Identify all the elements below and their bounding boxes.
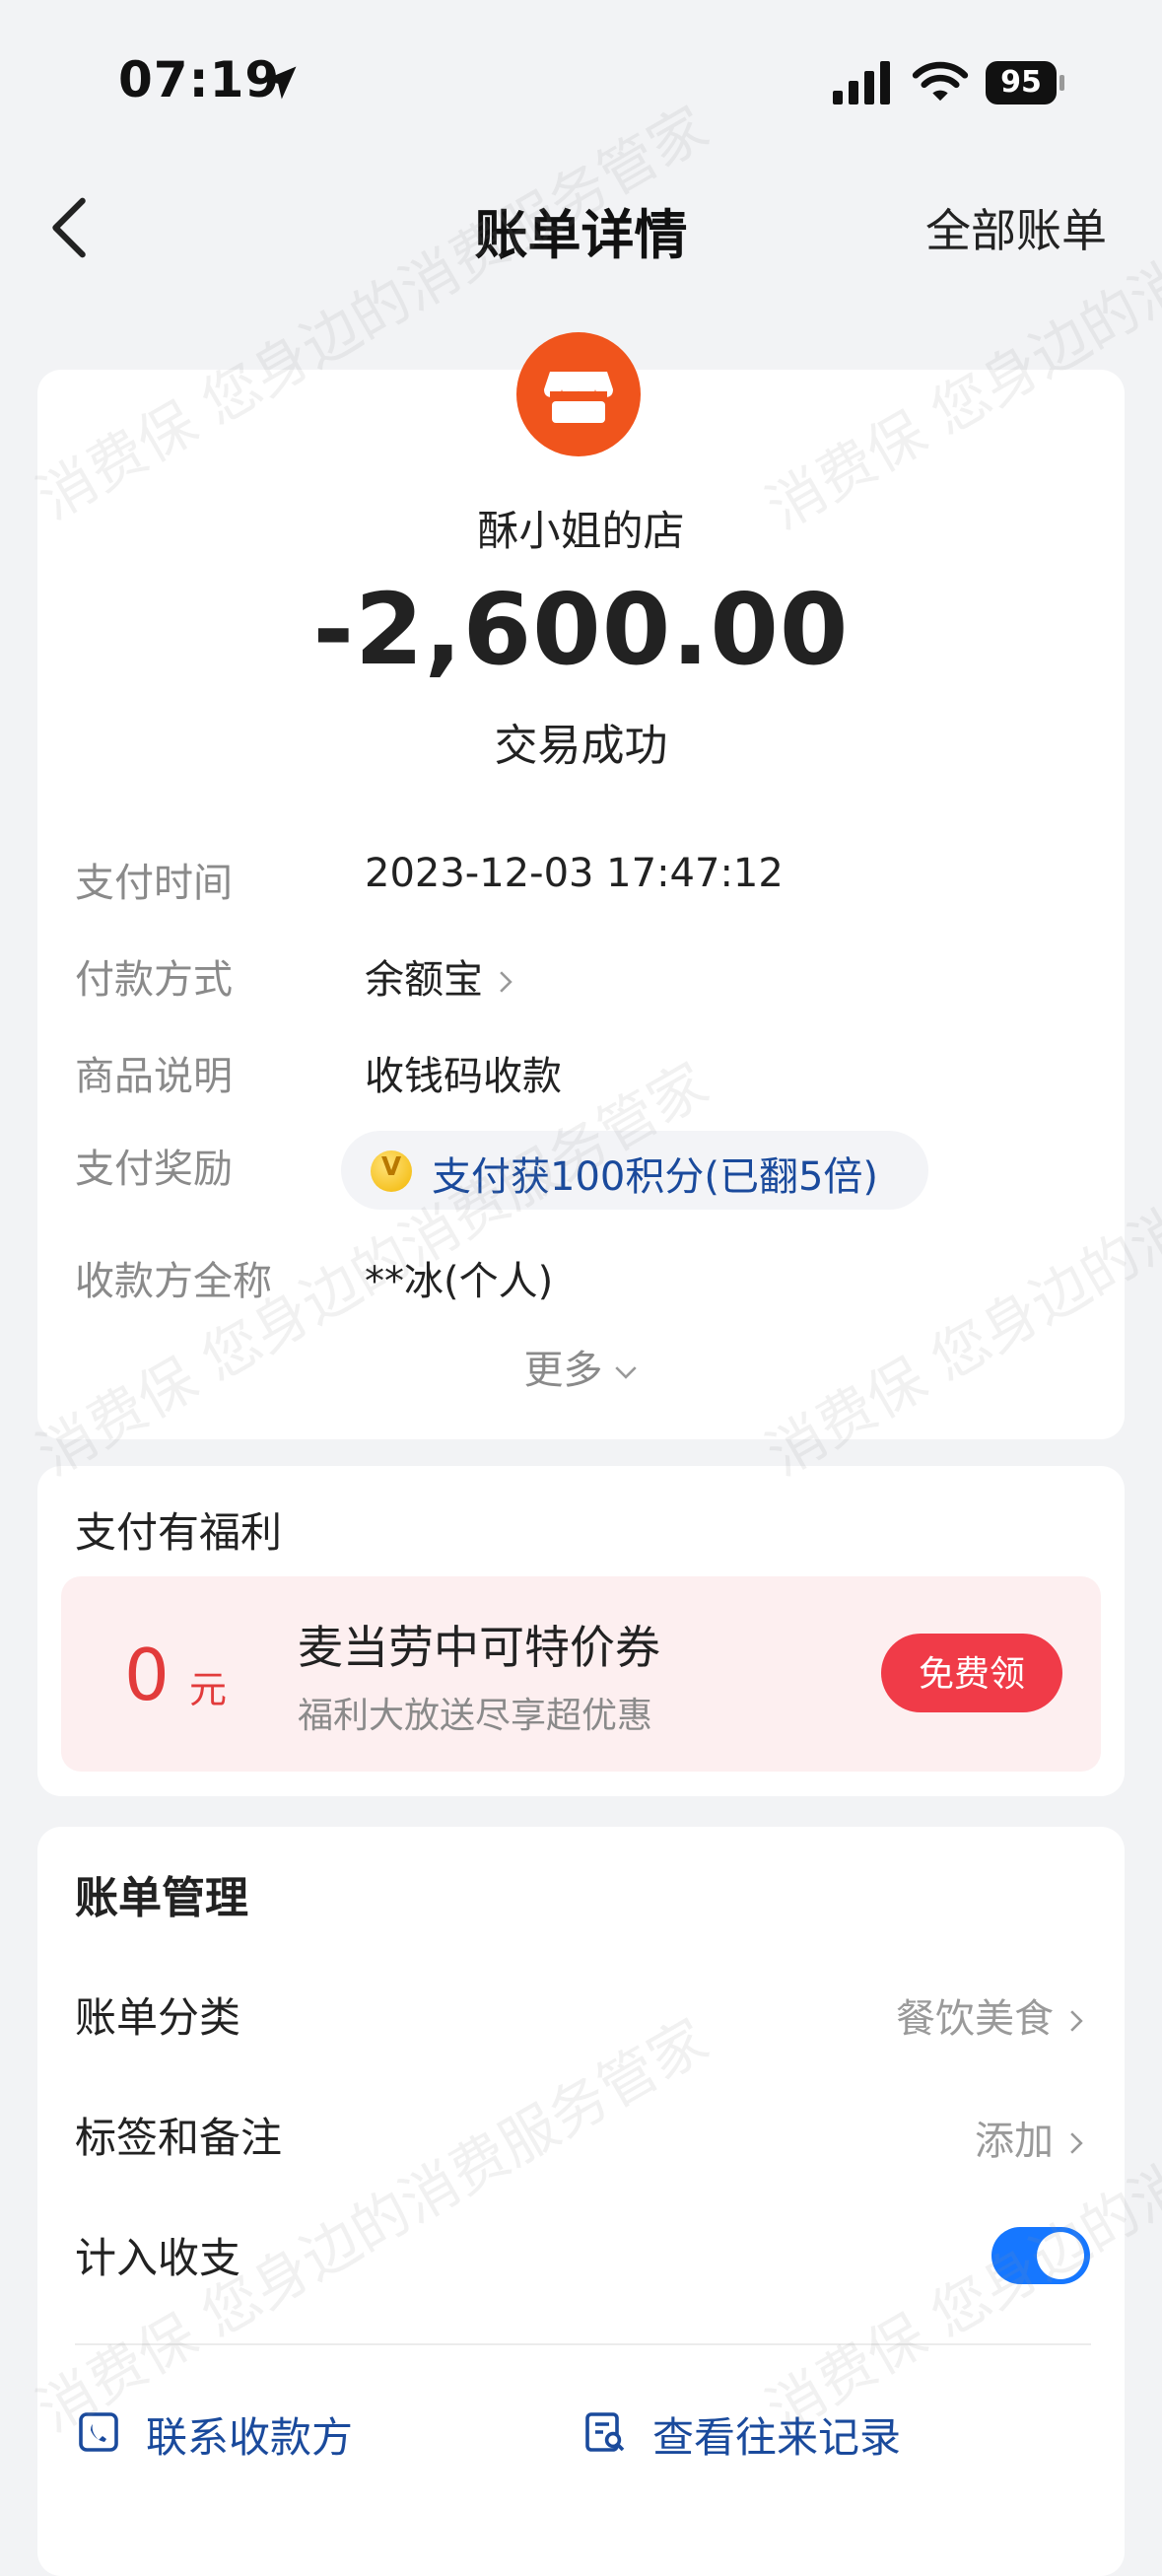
pay-method-text: 余额宝 — [365, 957, 483, 1003]
goods-desc-label: 商品说明 — [75, 1054, 233, 1099]
record-search-icon — [585, 2412, 625, 2452]
view-history-label: 查看往来记录 — [652, 2413, 902, 2462]
transaction-status: 交易成功 — [494, 721, 668, 771]
include-toggle[interactable] — [991, 2227, 1090, 2284]
more-label: 更多 — [523, 1348, 603, 1393]
pay-method-value[interactable]: 余额宝 — [365, 947, 518, 1005]
transaction-amount: -2,600.00 — [312, 572, 850, 687]
payee-label: 收款方全称 — [75, 1259, 272, 1304]
chevron-right-icon — [1070, 2010, 1083, 2032]
points-coin-icon: V — [371, 1150, 412, 1192]
tags-value: 添加 — [975, 2109, 1089, 2166]
all-bills-link[interactable]: 全部账单 — [925, 195, 1107, 260]
battery-level: 95 — [986, 61, 1057, 104]
reward-label: 支付奖励 — [75, 1147, 233, 1192]
include-label: 计入收支 — [75, 2234, 241, 2282]
nav-bar: 账单详情 全部账单 — [0, 168, 1162, 286]
shop-store-icon — [516, 332, 641, 456]
status-bar: 07:19 95 — [0, 0, 1162, 168]
category-label: 账单分类 — [75, 1993, 241, 2042]
bill-management-card: 账单管理 账单分类 餐饮美食 标签和备注 添加 计入收支 联系收款方 查看往来记… — [37, 1827, 1125, 2576]
more-button[interactable]: 更多 — [37, 1338, 1125, 1395]
location-arrow-icon — [263, 66, 297, 100]
coupon-title: 麦当劳中可特价券 — [298, 1621, 660, 1674]
goods-desc-value: 收钱码收款 — [365, 1054, 562, 1099]
reward-text: 支付获100积分(已翻5倍) — [432, 1154, 879, 1200]
tags-label: 标签和备注 — [75, 2114, 283, 2162]
payee-value: **冰(个人) — [365, 1259, 554, 1304]
pay-method-label: 付款方式 — [75, 957, 233, 1003]
bill-detail-card: 酥小姐的店 -2,600.00 交易成功 支付时间 2023-12-03 17:… — [37, 332, 1125, 1439]
coupon-subtitle: 福利大放送尽享超优惠 — [298, 1696, 653, 1736]
pay-time-label: 支付时间 — [75, 861, 233, 906]
benefit-title: 支付有福利 — [75, 1508, 283, 1557]
category-value: 餐饮美食 — [896, 1986, 1089, 2044]
benefit-card: 支付有福利 0 元 麦当劳中可特价券 福利大放送尽享超优惠 免费领 — [37, 1466, 1125, 1796]
manage-title: 账单管理 — [75, 1873, 248, 1923]
phone-icon — [79, 2412, 118, 2452]
coupon-amount: 0 — [124, 1634, 170, 1716]
coupon-banner[interactable]: 0 元 麦当劳中可特价券 福利大放送尽享超优惠 免费领 — [61, 1576, 1101, 1772]
cellular-signal-icon — [833, 61, 890, 104]
pay-time-value: 2023-12-03 17:47:12 — [365, 851, 784, 896]
tags-text: 添加 — [975, 2119, 1054, 2164]
contact-payee-label: 联系收款方 — [146, 2413, 354, 2462]
merchant-name: 酥小姐的店 — [477, 507, 685, 555]
coin-glyph: V — [380, 1152, 402, 1182]
status-time: 07:19 — [118, 51, 281, 108]
category-text: 餐饮美食 — [896, 1996, 1054, 2042]
reward-badge[interactable]: V 支付获100积分(已翻5倍) — [341, 1131, 928, 1210]
chevron-down-icon — [614, 1366, 637, 1379]
divider — [75, 2343, 1091, 2345]
battery-icon: 95 — [986, 61, 1064, 104]
wifi-icon — [912, 61, 969, 102]
chevron-right-icon — [500, 971, 513, 993]
coupon-unit: 元 — [189, 1668, 228, 1711]
chevron-right-icon — [1070, 2132, 1083, 2154]
free-claim-button[interactable]: 免费领 — [881, 1634, 1062, 1712]
